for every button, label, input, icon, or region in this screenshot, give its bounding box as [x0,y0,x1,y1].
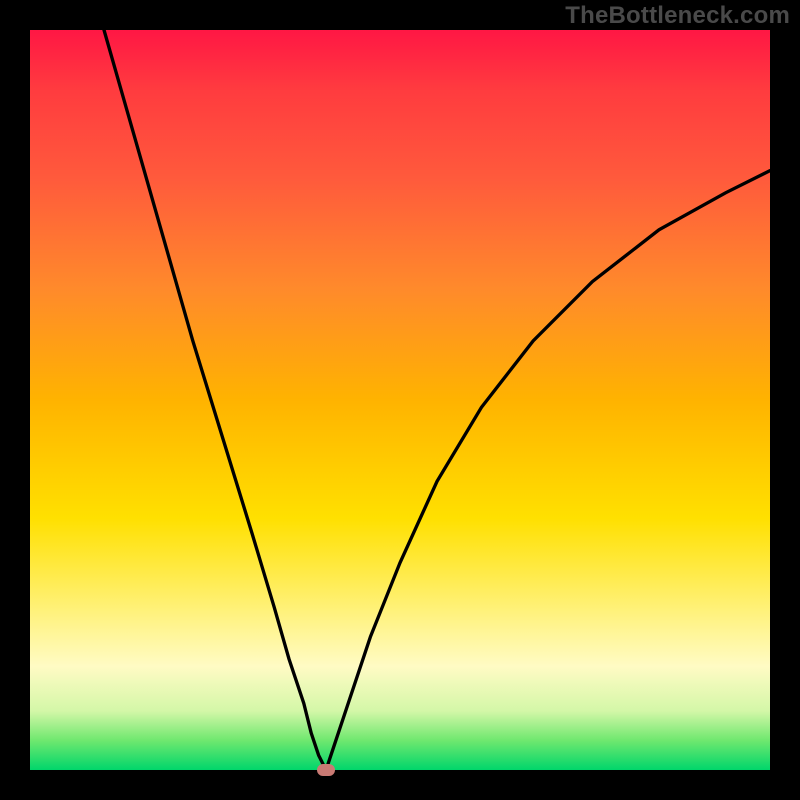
watermark-label: TheBottleneck.com [565,2,790,30]
minimum-marker [317,764,335,776]
curve-right-branch [326,171,770,770]
plot-area [30,30,770,770]
bottleneck-curve [30,30,770,770]
chart-frame: TheBottleneck.com [0,0,800,800]
curve-left-branch [104,30,326,770]
